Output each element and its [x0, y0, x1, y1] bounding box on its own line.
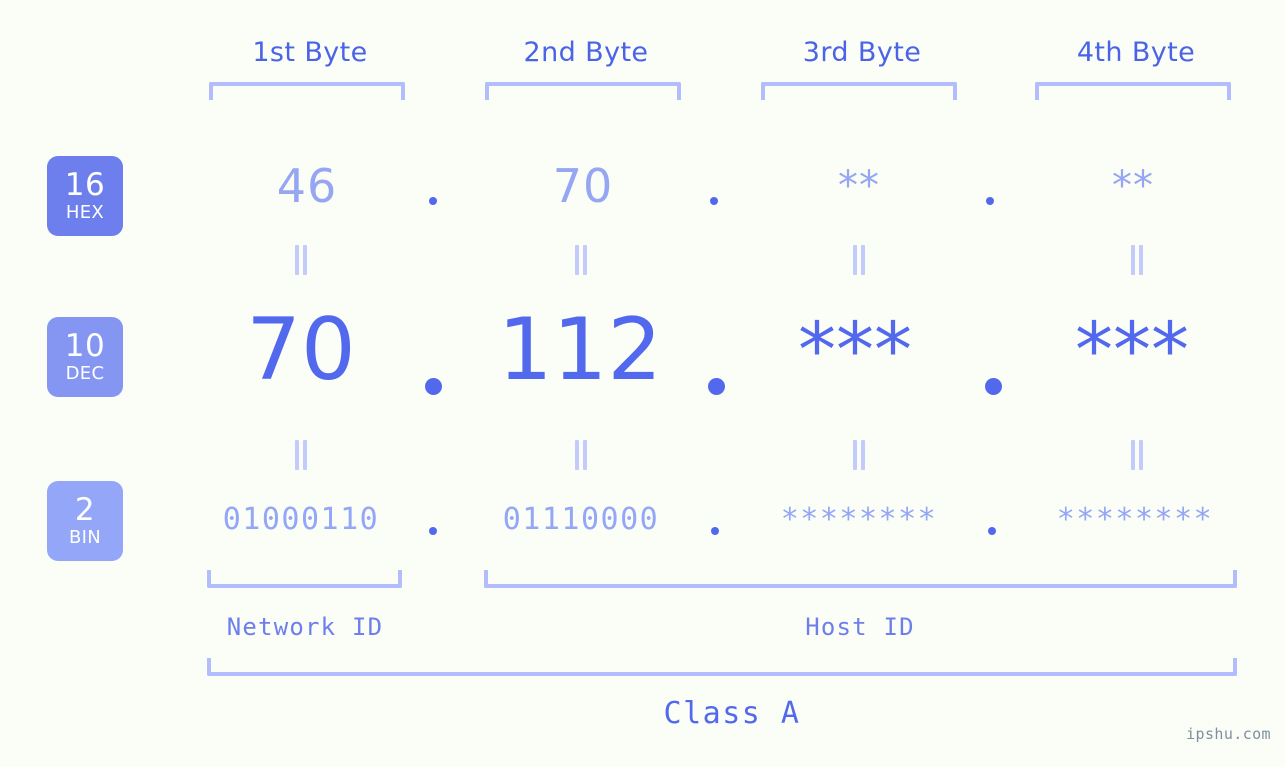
byte-bracket-top-4: [1035, 82, 1231, 100]
equals-mark-hex-dec-3: [851, 245, 867, 275]
dec-byte-3: ***: [798, 305, 912, 394]
byte-header-3: 3rd Byte: [802, 37, 922, 68]
class-label: Class A: [663, 696, 801, 731]
bin-byte-3: ********: [780, 502, 938, 537]
radix-badge-bin-name: BIN: [68, 526, 102, 548]
hex-byte-1: 46: [276, 159, 338, 213]
bin-separator-3: [988, 527, 996, 535]
bin-byte-1: 01000110: [222, 502, 380, 537]
byte-header-4: 4th Byte: [1076, 37, 1196, 68]
bin-separator-1: [429, 527, 437, 535]
radix-badge-hex-number: 16: [64, 166, 106, 203]
radix-badge-dec: 10 DEC: [47, 317, 123, 397]
class-bracket: [207, 658, 1237, 676]
host-id-label: Host ID: [805, 613, 915, 641]
hex-separator-1: [429, 197, 437, 205]
dec-byte-2: 112: [497, 300, 663, 400]
byte-header-1: 1st Byte: [252, 37, 368, 68]
radix-badge-dec-number: 10: [64, 327, 106, 364]
radix-badge-bin: 2 BIN: [47, 481, 123, 561]
dec-separator-1: [425, 378, 442, 395]
equals-mark-dec-bin-1: [293, 440, 309, 470]
byte-bracket-top-2: [485, 82, 681, 100]
hex-byte-3: **: [838, 163, 880, 209]
radix-badge-hex: 16 HEX: [47, 156, 123, 236]
host-id-bracket: [484, 570, 1237, 588]
hex-separator-3: [986, 197, 994, 205]
dec-byte-1: 70: [246, 300, 356, 400]
byte-bracket-top-3: [761, 82, 957, 100]
hex-byte-2: 70: [552, 159, 614, 213]
radix-badge-dec-name: DEC: [65, 362, 105, 384]
equals-mark-hex-dec-1: [293, 245, 309, 275]
ip-address-breakdown-diagram: 1st Byte 2nd Byte 3rd Byte 4th Byte 16 H…: [0, 0, 1285, 767]
equals-mark-dec-bin-2: [573, 440, 589, 470]
network-id-bracket: [207, 570, 402, 588]
bin-byte-4: ********: [1056, 502, 1214, 537]
radix-badge-hex-name: HEX: [65, 201, 105, 223]
equals-mark-hex-dec-2: [573, 245, 589, 275]
network-id-label: Network ID: [226, 613, 384, 641]
site-watermark: ipshu.com: [1186, 725, 1271, 743]
byte-bracket-top-1: [209, 82, 405, 100]
hex-separator-2: [710, 197, 718, 205]
bin-byte-2: 01110000: [502, 502, 660, 537]
byte-header-2: 2nd Byte: [523, 37, 649, 68]
equals-mark-dec-bin-3: [851, 440, 867, 470]
equals-mark-hex-dec-4: [1129, 245, 1145, 275]
dec-separator-3: [985, 378, 1002, 395]
dec-separator-2: [708, 378, 725, 395]
radix-badge-bin-number: 2: [74, 491, 96, 528]
equals-mark-dec-bin-4: [1129, 440, 1145, 470]
hex-byte-4: **: [1112, 163, 1154, 209]
bin-separator-2: [711, 527, 719, 535]
dec-byte-4: ***: [1075, 305, 1189, 394]
